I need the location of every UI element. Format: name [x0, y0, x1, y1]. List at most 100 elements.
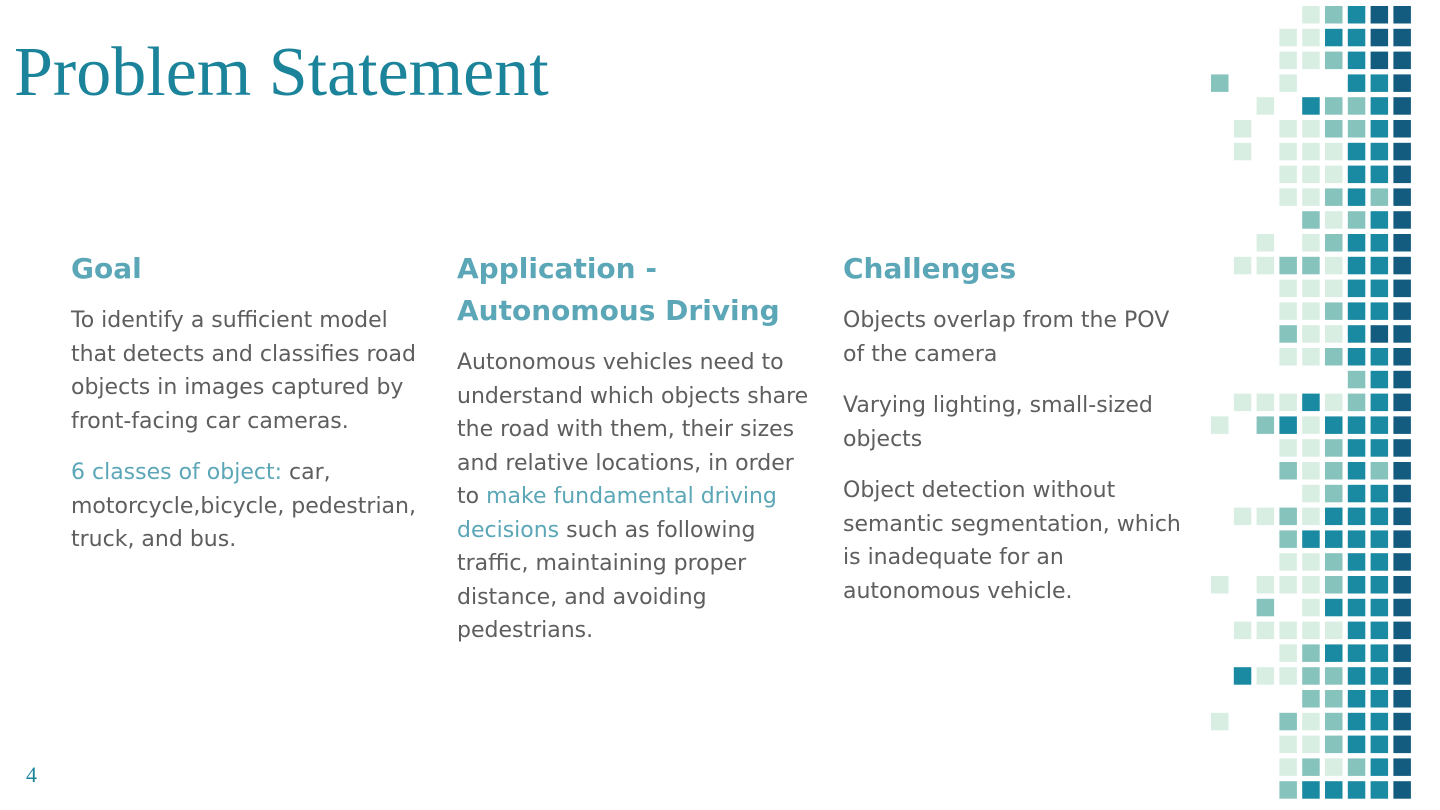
- mosaic-square: [1302, 325, 1320, 343]
- mosaic-square: [1325, 530, 1343, 548]
- mosaic-square: [1393, 51, 1411, 70]
- mosaic-square: [1256, 393, 1275, 412]
- mosaic-square: [1302, 302, 1320, 320]
- mosaic-square: [1279, 530, 1297, 548]
- mosaic-square: [1302, 735, 1320, 754]
- mosaic-square: [1302, 690, 1320, 708]
- mosaic-square: [1302, 211, 1320, 229]
- mosaic-square: [1393, 576, 1411, 594]
- mosaic-square: [1370, 735, 1389, 754]
- mosaic-square: [1370, 781, 1389, 799]
- mosaic-square: [1347, 325, 1366, 343]
- mosaic-square: [1302, 142, 1320, 161]
- mosaic-square: [1279, 348, 1297, 366]
- mosaic-square: [1347, 598, 1366, 617]
- mosaic-square: [1393, 439, 1411, 457]
- mosaic-square: [1256, 97, 1275, 115]
- mosaic-square: [1279, 74, 1297, 92]
- mosaic-square: [1302, 507, 1320, 526]
- mosaic-square: [1302, 256, 1320, 275]
- mosaic-square: [1393, 211, 1411, 229]
- mosaic-square: [1393, 507, 1411, 526]
- mosaic-square: [1370, 462, 1389, 480]
- mosaic-square: [1325, 439, 1343, 457]
- mosaic-square: [1347, 484, 1366, 503]
- mosaic-square: [1233, 120, 1252, 138]
- mosaic-square: [1233, 507, 1252, 526]
- mosaic-square: [1279, 393, 1297, 412]
- mosaic-square: [1256, 667, 1275, 685]
- mosaic-square: [1256, 598, 1275, 617]
- mosaic-square: [1347, 690, 1366, 708]
- mosaic-square: [1393, 120, 1411, 138]
- mosaic-square: [1393, 621, 1411, 640]
- mosaic-square: [1370, 712, 1389, 731]
- mosaic-square: [1325, 462, 1343, 480]
- mosaic-square: [1325, 325, 1343, 343]
- mosaic-square: [1347, 6, 1366, 24]
- mosaic-square: [1256, 256, 1275, 275]
- mosaic-square: [1370, 256, 1389, 275]
- mosaic-square: [1393, 165, 1411, 184]
- mosaic-square: [1302, 781, 1320, 799]
- mosaic-square: [1325, 598, 1343, 617]
- mosaic-square: [1302, 598, 1320, 617]
- mosaic-square: [1279, 256, 1297, 275]
- mosaic-square: [1347, 302, 1366, 320]
- mosaic-square: [1347, 439, 1366, 457]
- mosaic-square: [1347, 667, 1366, 685]
- mosaic-square: [1302, 439, 1320, 457]
- mosaic-square: [1393, 325, 1411, 343]
- mosaic-square: [1302, 165, 1320, 184]
- mosaic-square: [1370, 667, 1389, 685]
- mosaic-square: [1393, 598, 1411, 617]
- mosaic-square: [1279, 28, 1297, 47]
- mosaic-square: [1233, 142, 1252, 161]
- mosaic-square: [1325, 393, 1343, 412]
- mosaic-square: [1347, 28, 1366, 47]
- mosaic-square: [1370, 598, 1389, 617]
- mosaic-square: [1302, 576, 1320, 594]
- mosaic-square: [1370, 6, 1389, 24]
- mosaic-square: [1347, 507, 1366, 526]
- mosaic-square: [1347, 279, 1366, 298]
- mosaic-square: [1302, 553, 1320, 571]
- mosaic-square: [1279, 507, 1297, 526]
- mosaic-square: [1279, 712, 1297, 731]
- mosaic-square: [1393, 279, 1411, 298]
- mosaic-square: [1302, 530, 1320, 548]
- mosaic-square: [1393, 530, 1411, 548]
- mosaic-square: [1233, 256, 1252, 275]
- mosaic-square: [1325, 576, 1343, 594]
- mosaic-square: [1347, 621, 1366, 640]
- mosaic-square: [1370, 74, 1389, 92]
- mosaic-square: [1325, 781, 1343, 799]
- mosaic-square: [1393, 712, 1411, 731]
- mosaic-square: [1393, 6, 1411, 24]
- mosaic-square: [1325, 28, 1343, 47]
- mosaic-square: [1347, 735, 1366, 754]
- mosaic-square: [1393, 97, 1411, 115]
- mosaic-square: [1370, 97, 1389, 115]
- mosaic-square: [1279, 142, 1297, 161]
- mosaic-square: [1279, 188, 1297, 206]
- mosaic-square: [1393, 28, 1411, 47]
- decorative-square-mosaic: [1211, 6, 1411, 799]
- mosaic-square: [1279, 644, 1297, 662]
- mosaic-square: [1302, 644, 1320, 662]
- mosaic-square: [1347, 256, 1366, 275]
- mosaic-square: [1370, 507, 1389, 526]
- mosaic-square: [1256, 621, 1275, 640]
- mosaic-square: [1347, 211, 1366, 229]
- mosaic-square: [1325, 484, 1343, 503]
- mosaic-square: [1393, 667, 1411, 685]
- mosaic-square: [1393, 302, 1411, 320]
- mosaic-square: [1347, 348, 1366, 366]
- mosaic-square: [1347, 781, 1366, 799]
- mosaic-square: [1211, 712, 1229, 731]
- mosaic-square: [1370, 302, 1389, 320]
- mosaic-square: [1370, 234, 1389, 252]
- mosaic-square: [1393, 462, 1411, 480]
- mosaic-square: [1393, 416, 1411, 434]
- mosaic-square: [1256, 507, 1275, 526]
